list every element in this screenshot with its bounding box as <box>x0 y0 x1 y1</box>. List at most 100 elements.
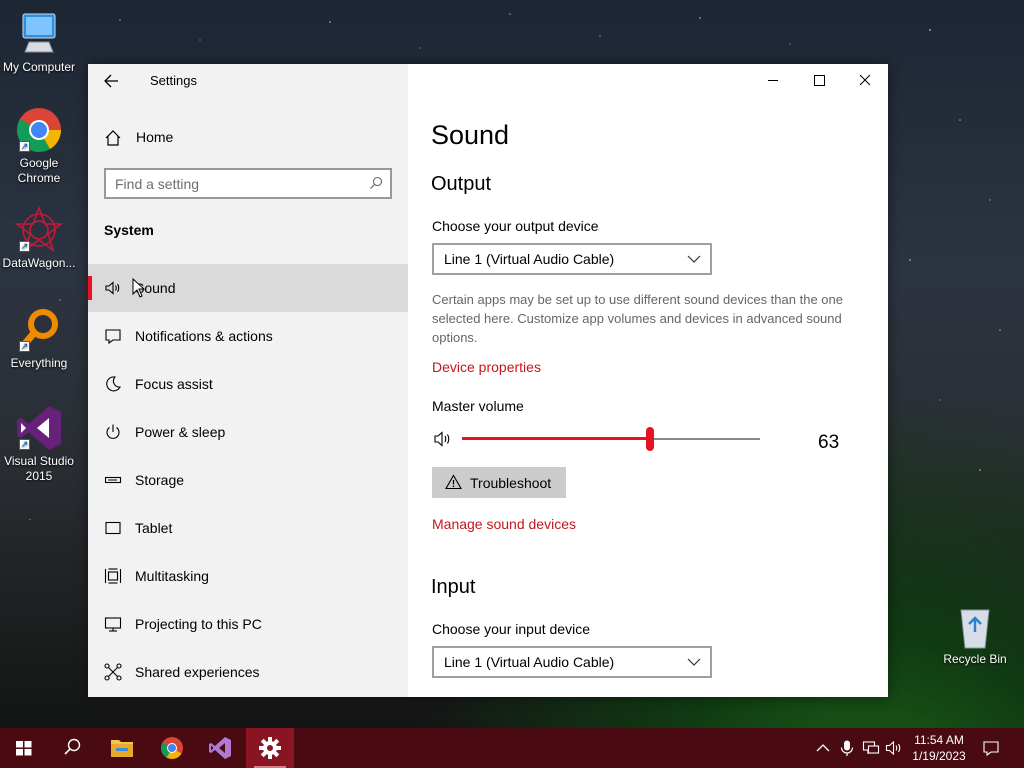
sidebar-item-label: Projecting to this PC <box>135 616 262 632</box>
storage-icon <box>104 476 122 484</box>
visual-studio-icon: ↗ <box>15 404 63 452</box>
sidebar-item-label: Notifications & actions <box>135 328 273 344</box>
window-title: Settings <box>150 73 197 88</box>
shortcut-arrow-icon: ↗ <box>19 439 30 450</box>
tablet-icon <box>105 521 121 535</box>
shared-experiences-icon <box>104 663 122 681</box>
action-center-icon[interactable] <box>982 739 1000 757</box>
output-description: Certain apps may be set up to use differ… <box>432 292 843 345</box>
speaker-icon <box>434 431 450 447</box>
start-icon <box>16 741 32 756</box>
multitasking-icon <box>104 568 122 584</box>
start-button[interactable] <box>0 728 48 768</box>
input-heading: Input <box>431 576 476 598</box>
sidebar-item-notifications[interactable]: Notifications & actions <box>88 312 408 360</box>
master-volume-slider[interactable] <box>462 424 760 454</box>
chrome-icon <box>161 737 183 759</box>
projecting-icon <box>104 617 122 632</box>
back-button[interactable] <box>100 70 124 92</box>
power-icon <box>106 424 120 439</box>
settings-gear-icon <box>259 737 281 759</box>
section-label-system: System <box>104 222 154 238</box>
datawagon-icon: ↗ <box>14 205 64 254</box>
output-device-value: Line 1 (Virtual Audio Cable) <box>444 251 615 267</box>
chevron-down-icon <box>687 255 701 263</box>
page-title: Sound <box>431 120 510 150</box>
slider-thumb[interactable] <box>646 427 654 451</box>
sidebar-item-label: Focus assist <box>135 376 213 392</box>
taskbar-chrome[interactable] <box>148 728 196 768</box>
message-icon <box>105 329 121 345</box>
close-button[interactable] <box>842 64 888 96</box>
taskbar-search-button[interactable] <box>48 728 96 768</box>
troubleshoot-button[interactable]: Troubleshoot <box>432 467 566 498</box>
file-explorer-icon <box>111 740 133 757</box>
desktop-icon-label: DataWagon... <box>2 256 76 270</box>
warning-icon <box>445 474 462 490</box>
clock-time: 11:54 AM <box>914 733 964 747</box>
desktop-icon-visual-studio[interactable]: ↗ Visual Studio 2015 <box>0 404 78 484</box>
sidebar-item-sound[interactable]: Sound <box>88 264 408 312</box>
sidebar-item-home[interactable]: Home <box>88 120 408 154</box>
sidebar-item-storage[interactable]: Storage <box>88 456 408 504</box>
desktop-icon-recycle-bin[interactable]: Recycle Bin <box>936 602 1014 667</box>
search-input[interactable] <box>115 175 355 193</box>
microphone-icon[interactable] <box>838 739 856 757</box>
settings-window: Settings Home System Sound <box>88 64 888 697</box>
chrome-icon: ↗ <box>15 106 63 154</box>
desktop-icon-label: Everything <box>10 356 68 370</box>
device-properties-link[interactable]: Device properties <box>432 359 541 375</box>
desktop-icon-datawagon[interactable]: ↗ DataWagon... <box>0 205 78 271</box>
sidebar-item-label: Power & sleep <box>135 424 226 440</box>
sidebar-item-label: Multitasking <box>135 568 209 584</box>
maximize-button[interactable] <box>796 64 842 96</box>
shortcut-arrow-icon: ↗ <box>19 141 30 152</box>
input-device-dropdown[interactable]: Line 1 (Virtual Audio Cable) <box>432 646 712 678</box>
output-heading: Output <box>431 173 492 195</box>
maximize-icon <box>814 75 825 86</box>
speaker-icon <box>105 281 120 295</box>
network-icon[interactable] <box>862 739 880 757</box>
sidebar-item-projecting[interactable]: Projecting to this PC <box>88 600 408 648</box>
everything-search-icon: ↗ <box>15 306 63 354</box>
sidebar-item-tablet[interactable]: Tablet <box>88 504 408 552</box>
visual-studio-icon <box>209 737 231 759</box>
input-device-value: Line 1 (Virtual Audio Cable) <box>444 654 615 670</box>
volume-icon[interactable] <box>885 739 903 757</box>
find-setting-search[interactable] <box>104 168 392 199</box>
desktop-icon-label: Recycle Bin <box>943 652 1007 666</box>
search-icon <box>370 176 383 189</box>
minimize-button[interactable] <box>750 64 796 96</box>
mouse-cursor-icon <box>132 278 146 298</box>
desktop-icon-my-computer[interactable]: My Computer <box>0 10 78 75</box>
slider-fill <box>462 437 650 440</box>
output-device-dropdown[interactable]: Line 1 (Virtual Audio Cable) <box>432 243 712 275</box>
shortcut-arrow-icon: ↗ <box>19 241 30 252</box>
taskbar: 11:54 AM 1/19/2023 <box>0 728 1024 768</box>
sidebar-item-shared-experiences[interactable]: Shared experiences <box>88 648 408 696</box>
sidebar-item-focus-assist[interactable]: Focus assist <box>88 360 408 408</box>
title-bar: Settings <box>88 64 408 98</box>
taskbar-settings[interactable] <box>246 728 294 768</box>
taskbar-visual-studio[interactable] <box>196 728 244 768</box>
recycle-bin-icon <box>951 602 999 650</box>
desktop-icon-label: My Computer <box>2 60 76 74</box>
sidebar: Settings Home System Sound <box>88 64 408 697</box>
sidebar-item-multitasking[interactable]: Multitasking <box>88 552 408 600</box>
minimize-icon <box>768 80 778 81</box>
search-icon <box>64 738 81 755</box>
home-icon <box>105 130 121 146</box>
output-device-label: Choose your output device <box>432 218 599 234</box>
desktop-icon-google-chrome[interactable]: ↗ Google Chrome <box>0 106 78 186</box>
manage-sound-devices-link[interactable]: Manage sound devices <box>432 516 576 532</box>
volume-value: 63 <box>818 432 840 453</box>
chevron-up-icon[interactable] <box>814 739 832 757</box>
taskbar-file-explorer[interactable] <box>98 728 146 768</box>
computer-icon <box>15 10 63 58</box>
sidebar-item-power-sleep[interactable]: Power & sleep <box>88 408 408 456</box>
chevron-down-icon <box>687 658 701 666</box>
taskbar-clock[interactable]: 11:54 AM 1/19/2023 <box>906 732 972 764</box>
desktop-icon-label: Google Chrome <box>17 156 61 185</box>
desktop-icon-everything[interactable]: ↗ Everything <box>0 306 78 371</box>
shortcut-arrow-icon: ↗ <box>19 341 30 352</box>
